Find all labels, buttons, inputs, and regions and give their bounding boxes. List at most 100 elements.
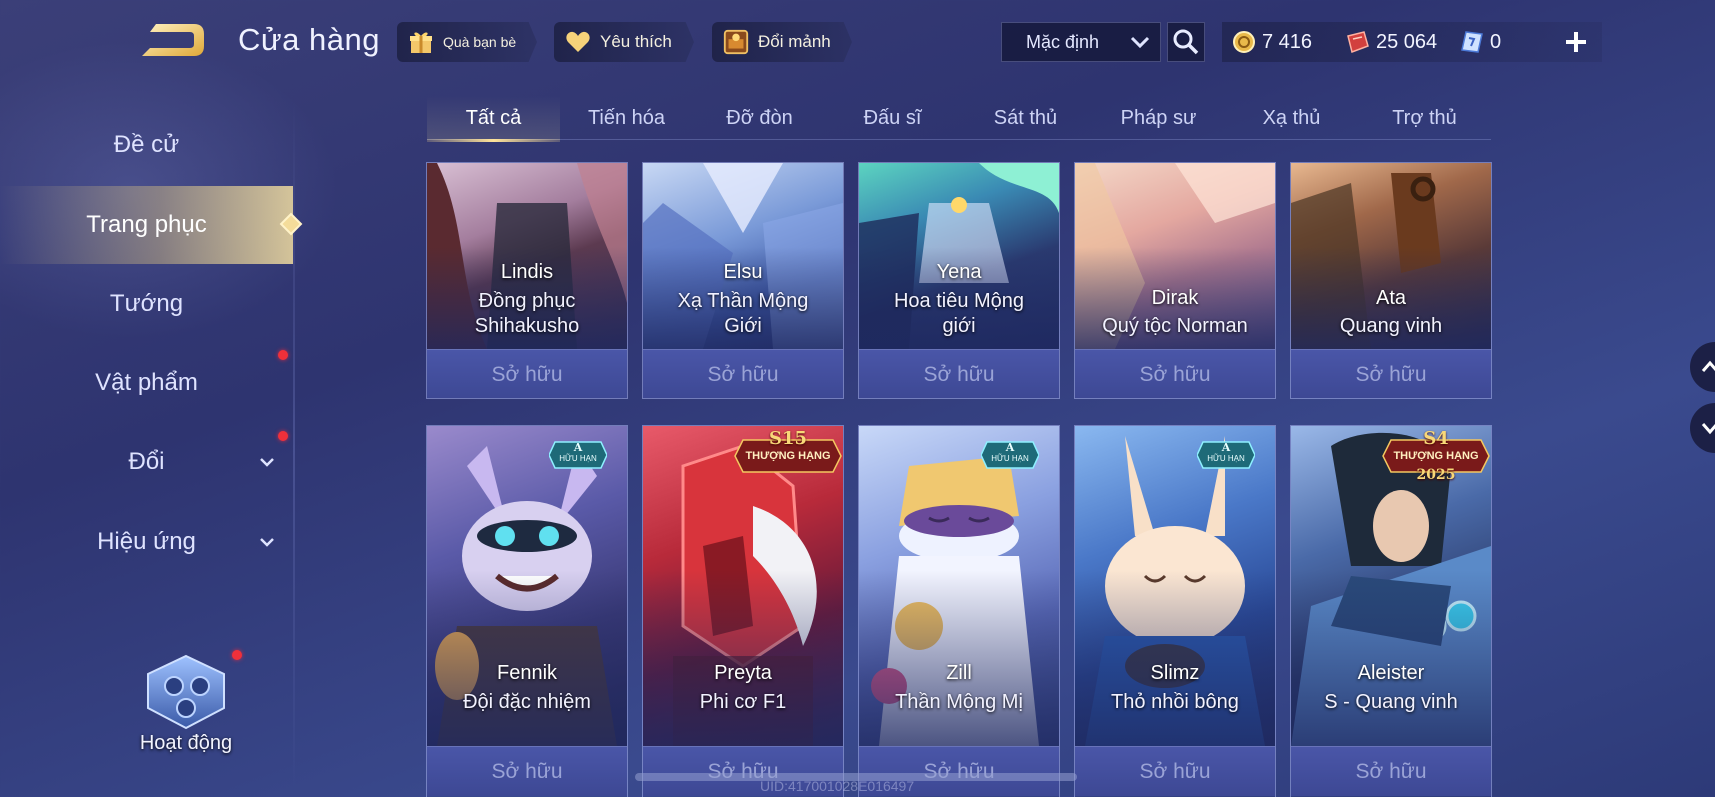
- skin-card-slimz[interactable]: A HỮU HẠN Slimz Thỏ nhồi bông Sở hữu: [1074, 425, 1276, 797]
- badge-grade: A: [573, 441, 583, 454]
- sidebar-item-label: Đổi: [128, 448, 165, 475]
- exchange-button[interactable]: Đổi mảnh: [712, 22, 852, 62]
- gold-currency: 7 416: [1232, 22, 1312, 62]
- skin-name-line: S - Quang vinh: [1324, 691, 1458, 713]
- tab-support[interactable]: Trợ thủ: [1358, 96, 1491, 140]
- limited-a-badge: A HỮU HẠN: [980, 440, 1040, 470]
- chevron-up-icon: [1701, 360, 1715, 372]
- skin-name-line: Đội đặc nhiệm: [463, 691, 591, 713]
- skin-card-dirak[interactable]: Dirak Quý tộc Norman Sở hữu: [1074, 162, 1276, 399]
- skin-card-lindis[interactable]: Lindis Đồng phục Shihakusho Sở hữu: [426, 162, 628, 399]
- badge-label: THƯỢNG HẠNG: [1393, 450, 1479, 462]
- exchange-label: Đổi mảnh: [758, 32, 831, 51]
- gold-amount: 7 416: [1262, 30, 1313, 53]
- search-button[interactable]: [1167, 22, 1205, 62]
- skin-card-elsu[interactable]: Elsu Xạ Thần Mộng Giới Sở hữu: [642, 162, 844, 399]
- tab-assassin[interactable]: Sát thủ: [959, 96, 1092, 140]
- friend-gift-label: Quà bạn bè: [443, 34, 517, 50]
- friend-gift-button[interactable]: Quà bạn bè: [397, 22, 537, 62]
- tab-marksman[interactable]: Xạ thủ: [1225, 96, 1358, 140]
- skin-name-line: Giới: [724, 315, 762, 337]
- voucher-currency: 25 064: [1344, 22, 1437, 62]
- favorites-button[interactable]: Yêu thích: [554, 22, 694, 62]
- skin-name-line: Đồng phục: [478, 290, 576, 312]
- back-button[interactable]: [136, 18, 208, 62]
- chevron-down-icon: [260, 538, 274, 547]
- sidebar-item-label: Vật phẩm: [95, 369, 198, 396]
- hero-name: Aleister: [1357, 662, 1425, 684]
- badge-label: THƯỢNG HẠNG: [745, 450, 831, 462]
- plus-icon: [1566, 32, 1586, 52]
- hero-name: Zill: [946, 662, 972, 684]
- sidebar-item-skins[interactable]: Trang phục: [0, 186, 293, 264]
- hero-name: Fennik: [496, 662, 558, 684]
- gold-coin-icon: [1233, 31, 1255, 53]
- skin-card-zill[interactable]: A HỮU HẠN Zill Thần Mộng Mị Sở hữu: [858, 425, 1060, 797]
- skin-name-line: Phi cơ F1: [699, 691, 787, 713]
- sidebar-item-label: Trang phục: [86, 211, 207, 238]
- treasure-chest-icon: [722, 28, 750, 56]
- activity-button[interactable]: Hoạt động: [126, 650, 246, 760]
- limited-a-badge: A HỮU HẠN: [548, 440, 608, 470]
- notification-dot: [278, 431, 288, 441]
- search-icon: [1173, 29, 1199, 55]
- favorites-label: Yêu thích: [600, 32, 672, 51]
- category-tabs: Tất cả Tiến hóa Đỡ đòn Đấu sĩ Sát thủ Ph…: [427, 96, 1491, 142]
- tab-evolution[interactable]: Tiến hóa: [560, 96, 693, 140]
- currency-bar: 7 416 25 064 0: [1222, 22, 1602, 62]
- ranked-s-badge: S4 THƯỢNG HẠNG 2025: [1381, 426, 1491, 490]
- chevron-down-icon: [260, 458, 274, 467]
- hero-name: Lindis: [500, 261, 554, 283]
- sidebar-item-label: Tướng: [109, 290, 184, 317]
- skin-name-line: Quang vinh: [1339, 315, 1443, 337]
- tab-tank[interactable]: Đỡ đòn: [693, 96, 826, 140]
- user-id: UID:417001028E016497: [760, 778, 915, 794]
- scroll-down-button[interactable]: [1690, 403, 1715, 453]
- owned-status: Sở hữu: [1075, 746, 1275, 796]
- skin-card-ata[interactable]: Ata Quang vinh Sở hữu: [1290, 162, 1492, 399]
- skin-card-fennik[interactable]: A HỮU HẠN Fennik Đội đặc nhiệm Sở hữu: [426, 425, 628, 797]
- hero-name: Dirak: [1151, 287, 1199, 309]
- notification-dot: [278, 350, 288, 360]
- sidebar-item-recommended[interactable]: Đề cử: [0, 106, 293, 184]
- limited-a-badge: A HỮU HẠN: [1196, 440, 1256, 470]
- sidebar-item-label: Đề cử: [113, 131, 180, 158]
- add-currency-button[interactable]: [1560, 22, 1592, 62]
- activity-label: Hoạt động: [139, 732, 233, 754]
- owned-status: Sở hữu: [643, 349, 843, 398]
- notification-dot: [232, 650, 242, 660]
- sort-value: Mặc định: [1026, 31, 1100, 52]
- skin-name-line: Hoa tiêu Mộng: [893, 290, 1025, 312]
- red-voucher-icon: [1347, 31, 1369, 53]
- owned-status: Sở hữu: [427, 349, 627, 398]
- sort-dropdown[interactable]: Mặc định: [1001, 22, 1161, 62]
- badge-grade: A: [1221, 441, 1231, 454]
- skin-card-preyta[interactable]: S15 THƯỢNG HẠNG Preyta Phi cơ F1 Sở hữu: [642, 425, 844, 797]
- tab-fighter[interactable]: Đấu sĩ: [826, 96, 959, 140]
- sidebar-item-heroes[interactable]: Tướng: [0, 265, 293, 343]
- sidebar-divider: [293, 100, 295, 797]
- sidebar-item-items[interactable]: Vật phẩm: [0, 344, 293, 422]
- skin-card-aleister[interactable]: S4 THƯỢNG HẠNG 2025 Aleister S - Quang v…: [1290, 425, 1492, 797]
- scroll-up-button[interactable]: [1690, 342, 1715, 392]
- owned-status: Sở hữu: [1291, 349, 1491, 398]
- hero-name: Yena: [936, 261, 982, 283]
- chevron-down-icon: [1130, 36, 1150, 49]
- badge-grade: S15: [768, 428, 808, 449]
- owned-status: Sở hữu: [427, 746, 627, 796]
- page-title: Cửa hàng: [238, 22, 380, 57]
- skin-name-line: Shihakusho: [474, 315, 580, 337]
- blue-ticket-icon: [1461, 31, 1483, 53]
- sidebar-item-effects[interactable]: Hiệu ứng: [0, 503, 293, 581]
- heart-icon: [564, 28, 592, 56]
- badge-label: HỮU HẠN: [991, 454, 1029, 463]
- sidebar-item-exchange[interactable]: Đổi: [0, 423, 293, 501]
- badge-year: 2025: [1416, 467, 1456, 483]
- badge-grade: A: [1005, 441, 1015, 454]
- owned-status: Sở hữu: [1075, 349, 1275, 398]
- skin-name-line: Quý tộc Norman: [1102, 315, 1248, 337]
- tab-mage[interactable]: Pháp sư: [1092, 96, 1225, 140]
- activity-cube-icon: [147, 654, 225, 730]
- tab-all[interactable]: Tất cả: [427, 96, 560, 142]
- skin-card-yena[interactable]: Yena Hoa tiêu Mộng giới Sở hữu: [858, 162, 1060, 399]
